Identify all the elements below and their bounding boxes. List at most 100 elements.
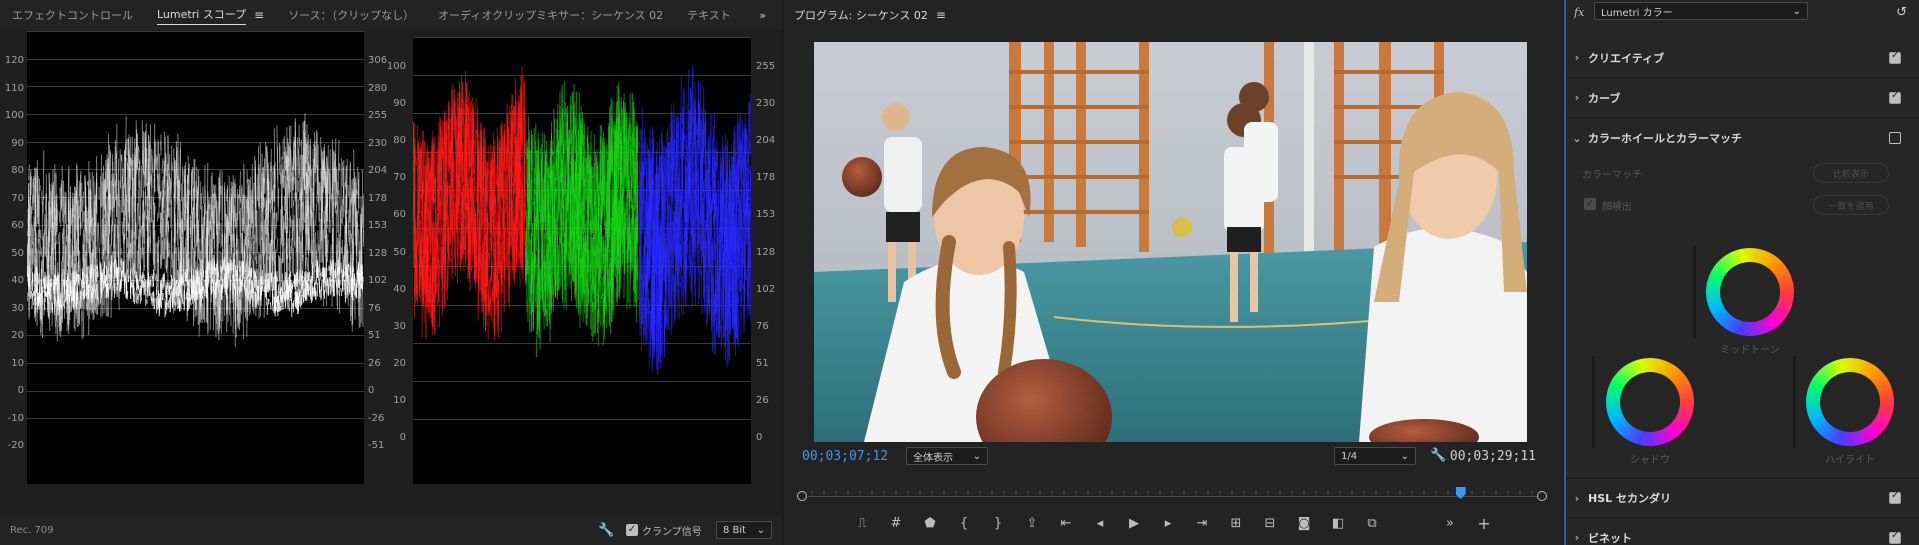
scope-trace-segment (562, 243, 564, 265)
scope-trace-segment (413, 143, 416, 215)
scope-trace-segment (188, 283, 190, 296)
scope-trace-segment (509, 260, 511, 286)
axis-tick-label: 76 (368, 302, 381, 314)
scope-trace-segment (311, 262, 314, 280)
tab-text[interactable]: テキスト (675, 0, 743, 30)
scope-trace-segment (317, 266, 320, 281)
scope-trace-segment (243, 249, 246, 261)
scope-trace-segment (102, 280, 105, 291)
scope-trace-segment (72, 205, 75, 217)
scope-trace-segment (635, 232, 637, 261)
scope-trace-segment (90, 263, 93, 278)
scope-trace-segment (201, 260, 204, 278)
scope-trace-segment (96, 223, 99, 263)
scope-trace-segment (529, 149, 531, 174)
scope-trace-segment (272, 184, 274, 204)
scope-trace-segment (41, 190, 43, 206)
scope-trace-segment (259, 142, 262, 199)
scope-trace-segment (215, 184, 217, 229)
scope-trace-segment (607, 268, 610, 316)
scope-trace-segment (633, 246, 635, 293)
scope-trace-segment (168, 281, 171, 295)
scope-trace-segment (631, 199, 634, 270)
scope-trace-segment (32, 290, 35, 297)
scope-trace-segment (338, 290, 340, 297)
scope-trace-segment (475, 242, 477, 279)
scope-trace-segment (620, 212, 622, 241)
scope-trace-segment (121, 257, 123, 274)
scope-trace-segment (207, 270, 210, 284)
scope-trace-segment (200, 227, 203, 275)
scope-trace-segment (161, 240, 164, 259)
scope-trace-segment (186, 228, 189, 238)
scope-trace-segment (337, 139, 340, 196)
scope-trace-segment (548, 269, 551, 293)
scope-trace-segment (97, 222, 100, 252)
scope-trace-segment (137, 293, 140, 305)
scope-trace-segment (134, 201, 136, 259)
scope-trace-segment (249, 289, 252, 304)
scope-trace-segment (45, 290, 47, 297)
scope-trace-segment (491, 262, 493, 281)
scope-trace-segment (39, 229, 41, 249)
scope-trace-segment (615, 101, 618, 145)
scope-trace-segment (233, 182, 235, 232)
scope-trace-segment (514, 137, 516, 185)
scope-trace-segment (186, 269, 189, 284)
scope-trace-segment (178, 298, 181, 309)
scope-trace-segment (459, 109, 462, 119)
scope-trace-segment (285, 280, 288, 290)
scope-trace-segment (42, 150, 45, 214)
tab-lumetri-scopes[interactable]: Lumetri スコープ ≡ (145, 0, 276, 30)
scope-trace-segment (30, 281, 32, 300)
scope-trace-segment (515, 140, 518, 206)
tab-effect-controls[interactable]: エフェクトコントロール (0, 0, 145, 30)
scope-trace-segment (251, 211, 253, 259)
scope-trace-segment (487, 222, 489, 248)
scope-trace-segment (91, 172, 93, 236)
scope-trace-segment (320, 137, 323, 169)
tab-audio-clip-mixer[interactable]: オーディオクリップミキサー：シーケンス 02 (426, 0, 675, 30)
axis-tick-label: 60 (11, 220, 24, 231)
scope-trace-segment (164, 283, 167, 299)
scope-trace-segment (143, 274, 145, 281)
scope-trace-segment (325, 155, 328, 170)
scope-trace-segment (228, 263, 231, 274)
axis-tick-label: 153 (368, 220, 388, 231)
scope-trace-segment (514, 89, 517, 132)
tab-source[interactable]: ソース：（クリップなし） (276, 0, 426, 30)
scope-trace-segment (577, 129, 580, 187)
scope-trace-segment (545, 149, 547, 172)
scope-trace-segment (299, 138, 301, 147)
scope-trace-segment (492, 168, 494, 238)
scope-trace-segment (270, 272, 273, 283)
scope-trace-segment (190, 239, 192, 273)
axis-tick-label: 178 (368, 192, 388, 204)
axis-tick-label: 255 (368, 110, 388, 121)
scope-trace-segment (30, 291, 33, 300)
scope-trace-segment (426, 248, 429, 314)
scope-trace-segment (567, 241, 570, 287)
scope-trace-segment (168, 297, 171, 308)
scope-trace-segment (118, 252, 120, 310)
scope-trace-segment (422, 130, 424, 194)
scope-trace-segment (483, 208, 485, 263)
scope-trace-segment (164, 190, 167, 250)
tab-overflow-icon[interactable]: » (747, 0, 778, 30)
scope-trace-segment (474, 97, 477, 169)
scope-trace-segment (121, 175, 123, 213)
panel-menu-icon[interactable]: ≡ (254, 8, 264, 22)
scope-trace-segment (251, 294, 254, 300)
scope-trace-segment (182, 248, 185, 271)
scope-trace-segment (306, 256, 309, 271)
scope-trace-segment (153, 138, 156, 193)
scope-trace-segment (138, 229, 141, 264)
scope-trace-segment (298, 124, 300, 179)
scope-trace-segment (108, 174, 111, 233)
scope-trace-segment (596, 240, 599, 277)
scope-trace-segment (242, 279, 245, 339)
scope-trace-segment (136, 203, 139, 240)
scope-trace-segment (465, 103, 468, 176)
scope-trace-segment (602, 155, 605, 206)
scope-trace-segment (290, 286, 293, 302)
